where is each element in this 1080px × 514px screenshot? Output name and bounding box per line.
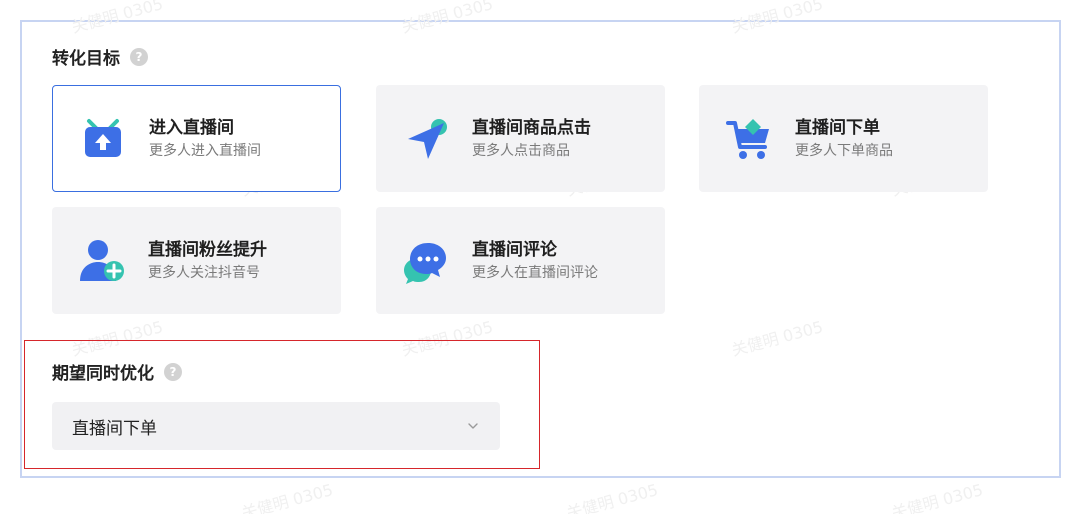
select-value: 直播间下单 bbox=[72, 418, 157, 439]
goal-option-fan-growth[interactable]: 直播间粉丝提升 更多人关注抖音号 bbox=[52, 207, 341, 314]
option-subtitle: 更多人点击商品 bbox=[472, 142, 570, 159]
chevron-down-icon bbox=[468, 423, 478, 429]
co-optimize-label: 期望同时优化 bbox=[52, 364, 154, 384]
tv-enter-icon bbox=[85, 118, 121, 157]
cursor-click-icon bbox=[408, 118, 447, 159]
option-title: 直播间商品点击 bbox=[472, 117, 591, 138]
watermark: 关健明 0305 bbox=[564, 480, 661, 514]
chat-bubble-icon bbox=[404, 242, 446, 284]
option-subtitle: 更多人关注抖音号 bbox=[148, 264, 260, 281]
option-subtitle: 更多人进入直播间 bbox=[149, 142, 261, 159]
watermark: 关健明 0305 bbox=[889, 480, 986, 514]
co-optimize-title: 期望同时优化 ? bbox=[52, 359, 182, 384]
option-title: 直播间评论 bbox=[472, 239, 557, 260]
watermark: 关健明 0305 bbox=[239, 480, 336, 514]
option-subtitle: 更多人在直播间评论 bbox=[472, 264, 598, 281]
help-icon[interactable]: ? bbox=[164, 362, 182, 381]
conversion-goal-label: 转化目标 bbox=[52, 49, 120, 69]
goal-option-enter-live-room[interactable]: 进入直播间 更多人进入直播间 bbox=[52, 85, 341, 192]
add-follower-icon bbox=[80, 239, 124, 281]
option-title: 进入直播间 bbox=[149, 117, 234, 138]
option-title: 直播间粉丝提升 bbox=[148, 239, 267, 260]
help-icon[interactable]: ? bbox=[130, 47, 148, 66]
option-subtitle: 更多人下单商品 bbox=[795, 142, 893, 159]
goal-option-product-click[interactable]: 直播间商品点击 更多人点击商品 bbox=[376, 85, 665, 192]
option-title: 直播间下单 bbox=[795, 117, 880, 138]
shopping-cart-icon bbox=[726, 118, 769, 159]
conversion-goal-title: 转化目标 ? bbox=[52, 44, 148, 69]
goal-option-comment[interactable]: 直播间评论 更多人在直播间评论 bbox=[376, 207, 665, 314]
co-optimize-select[interactable]: 直播间下单 bbox=[52, 402, 500, 450]
goal-option-place-order[interactable]: 直播间下单 更多人下单商品 bbox=[699, 85, 988, 192]
